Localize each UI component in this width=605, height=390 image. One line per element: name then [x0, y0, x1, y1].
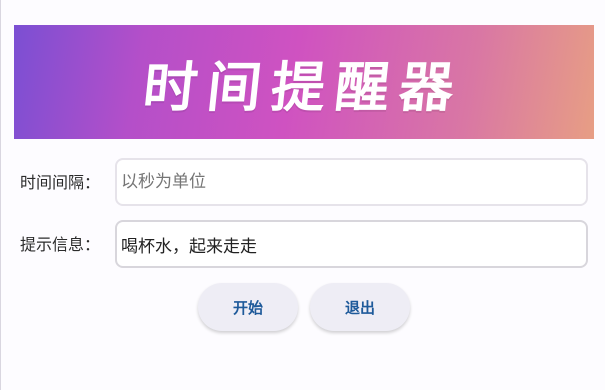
- start-button[interactable]: 开始: [198, 283, 298, 331]
- interval-input[interactable]: [117, 160, 586, 204]
- title-banner: 时间提醒器: [14, 25, 594, 139]
- interval-row: 时间间隔：: [1, 158, 605, 208]
- interval-label: 时间间隔：: [20, 173, 101, 192]
- interval-field-box: [115, 158, 588, 206]
- message-input[interactable]: [117, 222, 586, 266]
- exit-button[interactable]: 退出: [310, 283, 410, 331]
- app-window: 时间提醒器 时间间隔： 提示信息： 开始 退出: [0, 0, 605, 390]
- message-field-box: [115, 220, 588, 268]
- message-row: 提示信息：: [1, 220, 605, 270]
- app-title: 时间提醒器: [140, 54, 467, 119]
- message-label: 提示信息：: [20, 235, 101, 254]
